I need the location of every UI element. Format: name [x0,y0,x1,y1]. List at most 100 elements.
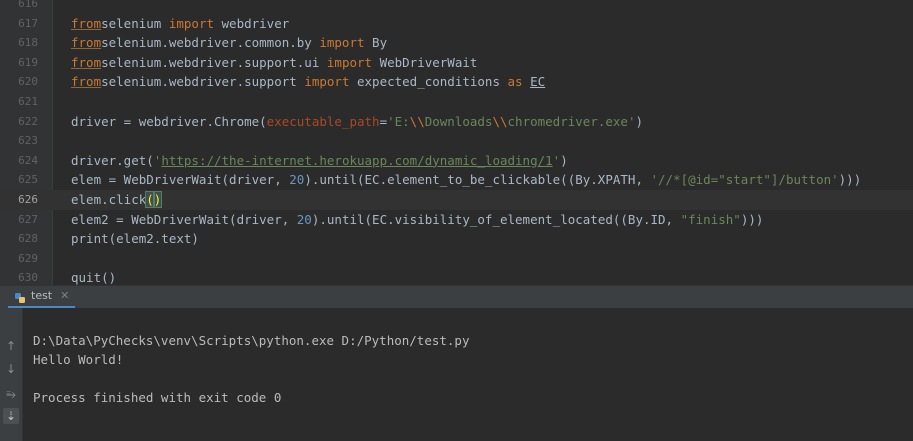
code-line[interactable]: 627 elem2 = WebDriverWait(driver, 20).unt… [0,210,913,230]
code-line[interactable]: 623 [0,131,913,151]
code-token: print(elem2.text) [71,231,199,247]
line-number: 619 [18,55,38,69]
code-line[interactable]: 620 fromselenium.webdriver.support import… [0,72,913,92]
code-line[interactable]: 622 driver = webdriver.Chrome(executable_… [0,112,913,132]
code-token: executable_path [266,113,380,129]
code-token: elem2 = WebDriverWait(driver, [71,211,297,227]
line-number: 626 [18,193,38,206]
code-token: \\ [409,113,425,129]
line-number: 629 [18,251,38,265]
line-number: 625 [18,173,38,187]
code-text: driver = webdriver.Chrome(executable_pat… [71,112,643,132]
line-number: 627 [18,212,38,226]
code-token: \\ [492,113,508,129]
line-number: 630 [18,271,38,285]
code-text: quit() [71,268,116,285]
code-text: fromselenium import webdriver [71,14,289,34]
code-token: import [319,35,365,51]
code-token: from [71,15,102,31]
python-run-icon [14,290,26,303]
code-token: ))) [740,211,764,227]
code-token: ) [635,113,643,129]
line-number: 618 [18,36,38,50]
code-text: elem.click() [71,190,163,210]
code-line[interactable]: 626 elem.click() [0,190,913,210]
code-token: ).until(EC.element_to_be_clickable((By.X… [304,172,651,188]
code-token: ))) [838,172,862,188]
code-token: selenium.webdriver.common.by [101,35,320,51]
code-token: elem.click [71,192,147,207]
code-token: "finish" [680,211,741,227]
code-token: EC [530,74,546,90]
code-line[interactable]: 621 [0,92,913,112]
code-token: from [71,74,102,90]
code-token: By [364,35,388,51]
code-text: print(elem2.text) [71,229,199,249]
scroll-to-end-icon[interactable]: ⇣ [3,408,19,424]
code-text: driver.get('https://the-internet.herokua… [71,151,568,171]
line-number: 624 [18,153,38,167]
run-tab-label: test [31,289,53,302]
run-tab[interactable]: test ✕ [8,285,76,308]
console-line: Hello World! [33,352,124,367]
run-panel-header: test ✕ [0,285,913,309]
line-number: 617 [18,16,38,30]
line-number: 622 [18,114,38,128]
code-token: selenium [101,15,169,31]
code-token: chromedriver.exe' [507,113,636,129]
code-text: fromselenium.webdriver.common.by import … [71,33,387,53]
code-token: selenium.webdriver.support [101,74,305,90]
code-token: as [507,74,523,90]
code-line[interactable]: 629 [0,249,913,269]
code-token: 20 [289,172,305,188]
code-editor[interactable]: 616 617 fromselenium import webdriver 618 fr… [0,0,913,285]
code-token: from [71,35,102,51]
code-line[interactable]: 625 elem = WebDriverWait(driver, 20).unti… [0,170,913,190]
line-number: 621 [18,95,38,108]
line-number: 623 [18,134,38,148]
line-number: 620 [18,75,38,89]
code-token: ).until(EC.visibility_of_element_located… [311,211,681,227]
code-token: import [304,74,350,90]
code-token: expected_conditions [349,74,508,90]
code-token: ) [152,191,163,208]
code-token: import [168,15,214,31]
code-line[interactable]: 630 quit() [0,268,913,285]
code-token: https://the-internet.herokuapp.com/dynam… [161,152,553,168]
code-text: fromselenium.webdriver.support.ui import… [71,53,477,73]
code-token: webdriver [214,15,290,31]
code-text: elem = WebDriverWait(driver, 20).until(E… [71,170,861,190]
code-token: 20 [296,211,312,227]
code-text: elem2 = WebDriverWait(driver, 20).until(… [71,210,763,230]
console-line: Process finished with exit code 0 [33,390,282,405]
code-token: '//*[@id="start"]/button' [650,172,839,188]
run-toolbar: ↑ ↓ ⥱ ⇣ [0,308,23,441]
code-text: fromselenium.webdriver.support import ex… [71,72,545,92]
code-token: ) [560,152,568,168]
code-token: selenium.webdriver.support.ui [101,54,327,70]
console-output[interactable]: D:\Data\PyChecks\venv\Scripts\python.exe… [23,308,913,441]
code-line[interactable]: 616 [0,0,913,14]
code-token: driver.get( [71,152,154,168]
code-token: = [379,113,388,129]
code-token: WebDriverWait [372,54,478,70]
code-line[interactable]: 624 driver.get('https://the-internet.hero… [0,151,913,171]
code-token: Downloads [424,113,493,129]
line-number: 628 [18,232,38,246]
code-token: driver = webdriver.Chrome( [71,113,267,129]
code-token: import [326,54,373,70]
code-token: elem = WebDriverWait(driver, [71,172,290,188]
code-line[interactable]: 628 print(elem2.text) [0,229,913,249]
console-line: D:\Data\PyChecks\venv\Scripts\python.exe… [33,333,470,348]
close-icon[interactable]: ✕ [60,285,69,307]
line-number: 616 [18,0,38,10]
arrow-up-icon[interactable]: ↑ [3,338,19,354]
arrow-down-icon[interactable]: ↓ [3,361,19,377]
soft-wrap-icon[interactable]: ⥱ [3,386,19,402]
code-line[interactable]: 617 fromselenium import webdriver [0,14,913,34]
code-token: quit() [71,270,117,285]
code-line[interactable]: 619 fromselenium.webdriver.support.ui imp… [0,53,913,73]
code-token: from [71,54,102,70]
code-line[interactable]: 618 fromselenium.webdriver.common.by impo… [0,33,913,53]
